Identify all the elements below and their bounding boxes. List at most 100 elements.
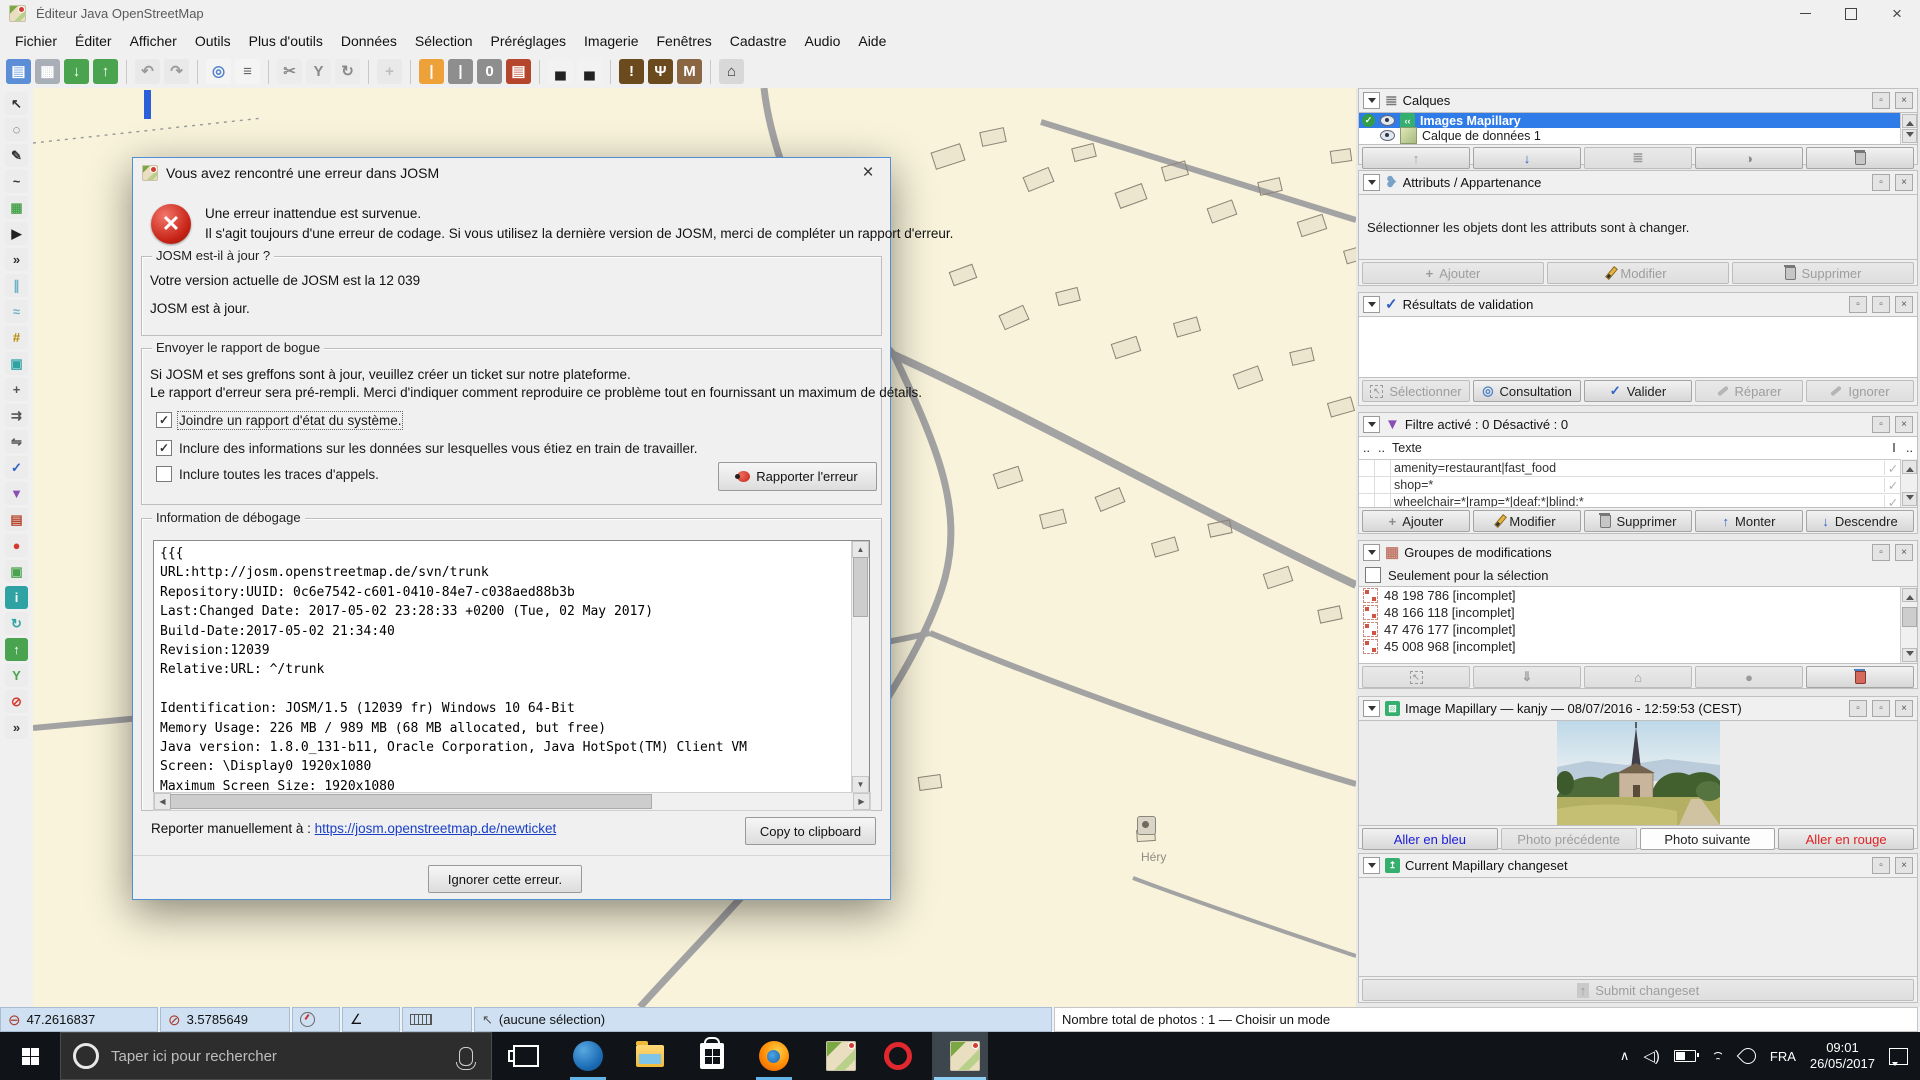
menu-fichier[interactable]: Fichier [6, 29, 66, 53]
report-error-button[interactable]: Rapporter l'erreur [718, 462, 877, 491]
scroll-down-icon[interactable] [1902, 648, 1917, 662]
delete-tag-button[interactable]: Supprimer [1732, 262, 1914, 284]
close-panel-icon[interactable]: × [1895, 857, 1913, 874]
pin-icon[interactable]: ▫ [1872, 92, 1890, 109]
highway-residential-icon[interactable]: | [419, 59, 444, 84]
menu-audio[interactable]: Audio [796, 29, 850, 53]
firefox-icon[interactable] [746, 1032, 802, 1080]
upload-trace-icon[interactable]: ↑ [5, 638, 28, 661]
submit-changeset-button[interactable]: ↑ Submit changeset [1362, 979, 1914, 1001]
download-data-icon[interactable]: ↓ [64, 59, 89, 84]
changeset-detail-button[interactable]: ● [1695, 666, 1803, 688]
menu-cadastre[interactable]: Cadastre [721, 29, 796, 53]
clock[interactable]: 09:0126/05/2017 [1810, 1040, 1875, 1072]
more-tools-icon[interactable]: » [5, 716, 28, 739]
collapse-icon[interactable] [1363, 857, 1380, 874]
minimize-button[interactable] [1782, 0, 1828, 27]
taskbar-search-input[interactable]: Taper ici pour rechercher [60, 1032, 492, 1080]
edit-tag-button[interactable]: Modifier [1547, 262, 1729, 284]
walk-red-button[interactable]: Aller en rouge [1778, 828, 1914, 850]
upload-data-icon[interactable]: ↑ [93, 59, 118, 84]
microsoft-store-icon[interactable] [684, 1032, 740, 1080]
merge-nodes-icon[interactable]: Y [306, 59, 331, 84]
opera-icon[interactable] [870, 1032, 926, 1080]
close-panel-icon[interactable]: × [1895, 174, 1913, 191]
thunderbird-icon[interactable] [560, 1032, 616, 1080]
split-way-icon[interactable]: ✂ [277, 59, 302, 84]
menu-selection[interactable]: Sélection [406, 29, 482, 53]
pin-icon[interactable]: ▫ [1872, 296, 1890, 313]
validation-results-list[interactable] [1359, 316, 1917, 378]
pin-icon[interactable]: ▫ [1872, 700, 1890, 717]
changeset-item[interactable]: 47 476 177 [incomplet] [1359, 621, 1917, 638]
battery-icon[interactable] [1674, 1050, 1696, 1062]
follow-line-icon[interactable]: ⇉ [5, 404, 28, 427]
filter-up-button[interactable]: ↑Monter [1695, 510, 1803, 532]
newticket-link[interactable]: https://josm.openstreetmap.de/newticket [315, 821, 557, 836]
changeset-read-button[interactable]: ⌂ [1584, 666, 1692, 688]
tray-expand-icon[interactable]: ∧ [1620, 1048, 1630, 1064]
close-panel-icon[interactable]: × [1895, 544, 1913, 561]
collapse-icon[interactable] [1363, 416, 1380, 433]
menu-aide[interactable]: Aide [849, 29, 895, 53]
lasso-mode-icon[interactable]: ◌ [5, 118, 28, 141]
orthogonalize-icon[interactable]: + [5, 378, 28, 401]
relation-editor-icon[interactable]: ▣ [5, 352, 28, 375]
parallel-mode-icon[interactable]: ∥ [5, 274, 28, 297]
map-note-icon[interactable]: ● [5, 534, 28, 557]
walk-blue-button[interactable]: Aller en bleu [1362, 828, 1498, 850]
ignore-error-button[interactable]: Ignorer cette erreur. [428, 865, 582, 893]
search-presets-icon[interactable]: ◎ [206, 59, 231, 84]
angle-snap-icon[interactable]: ▶ [5, 222, 28, 245]
merge-layers-button[interactable]: ≣ [1584, 147, 1692, 169]
move-icon[interactable]: + [377, 59, 402, 84]
action-center-icon[interactable] [1889, 1048, 1908, 1065]
improve-way-icon[interactable]: ~ [5, 170, 28, 193]
filter-row[interactable]: shop=*✓A [1359, 477, 1917, 494]
next-photo-button[interactable]: Photo suivante [1640, 828, 1776, 850]
restaurant-icon[interactable]: Ψ [648, 59, 673, 84]
castle-icon[interactable]: M [677, 59, 702, 84]
extrude-mode-icon[interactable]: ▦ [5, 196, 28, 219]
changeset-download-button[interactable]: ⇓ [1473, 666, 1581, 688]
josm-active-icon[interactable] [932, 1032, 988, 1080]
undo-icon[interactable]: ↶ [135, 59, 160, 84]
microphone-icon[interactable] [459, 1047, 473, 1066]
layer-row[interactable]: Calque de données 1 [1359, 128, 1917, 143]
maximize-button[interactable] [1828, 0, 1874, 27]
collapse-icon[interactable] [1363, 700, 1380, 717]
changeset-filter-checkbox[interactable]: Seulement pour la sélection [1359, 564, 1917, 586]
close-panel-icon[interactable]: × [1895, 416, 1913, 433]
scroll-down-icon[interactable] [1902, 129, 1917, 143]
menu-afficher[interactable]: Afficher [121, 29, 186, 53]
previous-photo-button[interactable]: Photo précédente [1501, 828, 1637, 850]
layer-visibility-icon[interactable] [1380, 130, 1395, 141]
changeset-close-button[interactable] [1806, 666, 1914, 688]
hazard-icon[interactable]: ! [619, 59, 644, 84]
copy-to-clipboard-button[interactable]: Copy to clipboard [745, 817, 876, 845]
menu-donnees[interactable]: Données [332, 29, 406, 53]
checkbox-2[interactable]: ✓Inclure des informations sur les donnée… [156, 439, 698, 457]
menu-fenetres[interactable]: Fenêtres [647, 29, 720, 53]
bus-icon[interactable]: ▄ [577, 59, 602, 84]
scroll-up-icon[interactable] [1902, 114, 1917, 128]
save-icon[interactable]: ▦ [35, 59, 60, 84]
highway-road-icon[interactable]: | [448, 59, 473, 84]
volume-icon[interactable]: ◁) [1643, 1047, 1660, 1065]
menu-imagerie[interactable]: Imagerie [575, 29, 647, 53]
select-errors-button[interactable]: ↖Sélectionner [1362, 380, 1470, 402]
highway-oneway-icon[interactable]: 0 [477, 59, 502, 84]
delete-layer-button[interactable] [1806, 147, 1914, 169]
checkbox-3[interactable]: Inclure toutes les traces d'appels. [156, 465, 379, 483]
layer-up-button[interactable]: ↑ [1362, 147, 1470, 169]
filter-delete-button[interactable]: Supprimer [1584, 510, 1692, 532]
close-panel-icon[interactable]: × [1895, 296, 1913, 313]
scroll-left-icon[interactable]: ◀ [154, 793, 171, 810]
scroll-thumb[interactable] [1902, 607, 1917, 627]
pin-icon[interactable]: ▫ [1872, 416, 1890, 433]
pin-icon[interactable]: ▫ [1872, 174, 1890, 191]
validate-button[interactable]: ✓Valider [1584, 380, 1692, 402]
filter-scrollbar[interactable] [1900, 459, 1917, 507]
layer-down-button[interactable]: ↓ [1473, 147, 1581, 169]
checkbox-1[interactable]: ✓Joindre un rapport d'état du système. [156, 411, 401, 429]
